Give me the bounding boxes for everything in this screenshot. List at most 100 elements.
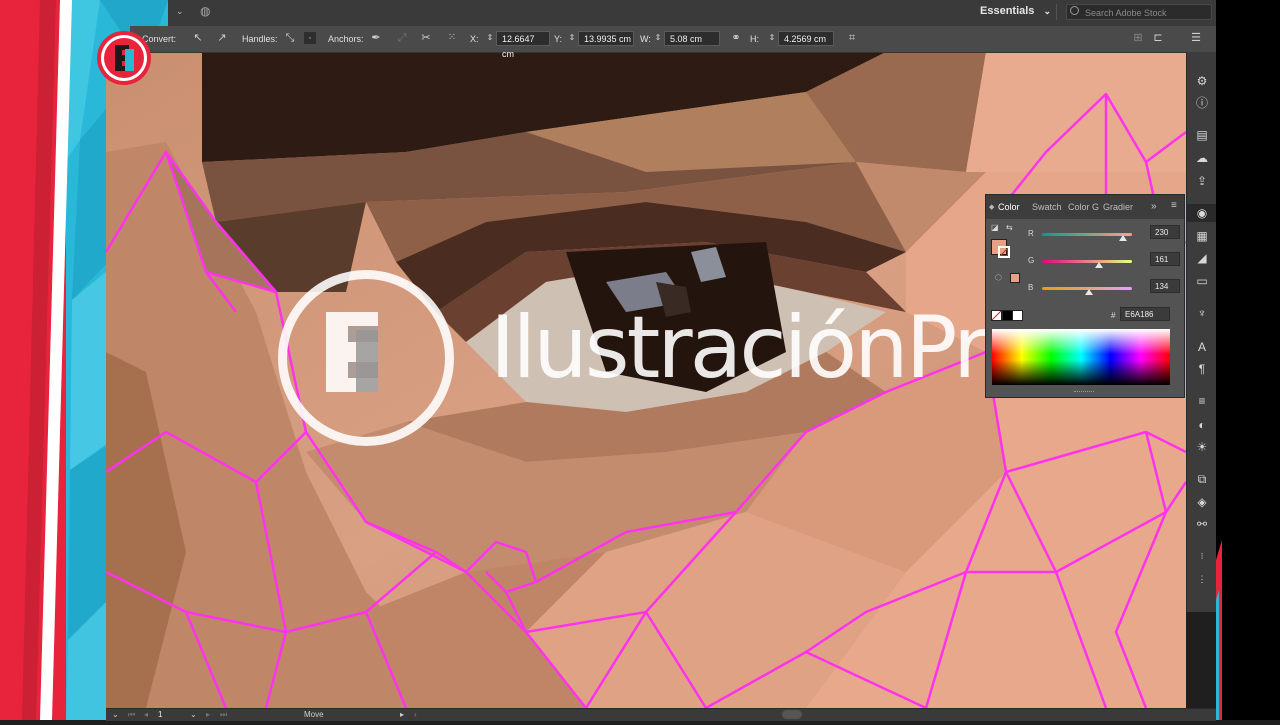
topbar-divider (1056, 4, 1057, 20)
more-tabs-icon[interactable]: » (1151, 201, 1157, 212)
document-icon[interactable]: ▤ (1187, 126, 1217, 144)
tab-color[interactable]: Color (998, 202, 1020, 212)
g-channel-track[interactable] (1042, 260, 1132, 263)
b-channel-thumb[interactable] (1085, 289, 1094, 295)
show-handles-icon[interactable]: ⤡ (284, 32, 296, 44)
w-stepper-icon[interactable]: ⇕ (652, 32, 664, 44)
height-field[interactable]: 4.2569 cm (778, 31, 834, 46)
none-swatch[interactable] (991, 310, 1002, 321)
g-channel-value[interactable]: 161 (1150, 252, 1180, 266)
color-spectrum[interactable] (992, 329, 1170, 385)
search-icon (1070, 6, 1079, 15)
gradient-icon[interactable]: ▭ (1187, 272, 1217, 290)
width-field[interactable]: 5.08 cm (664, 31, 720, 46)
first-artboard-icon[interactable]: ⏮ (128, 710, 135, 720)
control-bar: Convert: ↖ ↗ Handles: ⤡ · Anchors: ✒ ⤢ ✂… (130, 26, 1216, 59)
artboard-number-field[interactable]: 1 (158, 710, 162, 719)
in-gamut-swatch[interactable] (1010, 273, 1020, 283)
swatches-icon[interactable]: ▦ (1187, 227, 1217, 245)
control-bar-menu-icon[interactable]: ☰ (1190, 32, 1202, 44)
export-icon[interactable]: ⇪ (1187, 172, 1217, 190)
frame-edge-graphic (1216, 540, 1222, 720)
adobe-stock-search-input[interactable]: Search Adobe Stock (1066, 4, 1212, 20)
panel-resize-grip[interactable] (1074, 391, 1094, 395)
convert-smooth-icon[interactable]: ↗ (216, 32, 228, 44)
y-position-field[interactable]: 13.9935 cm (578, 31, 634, 46)
appearance-icon[interactable]: ☀ (1187, 438, 1217, 456)
dropdown-chevron-icon[interactable]: ⌄ (176, 6, 184, 17)
search-placeholder: Search Adobe Stock (1085, 8, 1167, 18)
b-channel-value[interactable]: 134 (1150, 279, 1180, 293)
hide-handles-icon[interactable]: · (304, 32, 316, 44)
isolate-icon[interactable]: ⊞ (1132, 32, 1144, 44)
workspace-switcher[interactable]: Essentials ⌄ (980, 5, 1051, 17)
h-stepper-icon[interactable]: ⇕ (766, 32, 778, 44)
anchors-label: Anchors: (328, 34, 364, 44)
tab-color-guide[interactable]: Color G (1068, 202, 1099, 212)
scroll-left-icon[interactable]: ‹ (414, 710, 417, 719)
cut-path-icon[interactable]: ✂ (420, 32, 432, 44)
gear-icon[interactable]: ⚙ (1187, 72, 1217, 90)
right-frame-stripe (1216, 0, 1280, 720)
h-label: H: (750, 34, 759, 44)
paragraph-icon[interactable]: ¶ (1187, 360, 1217, 378)
tab-swatches[interactable]: Swatch (1032, 202, 1062, 212)
tool-status-label: Move (304, 710, 324, 719)
default-colors-icon[interactable]: ◪ (991, 223, 999, 232)
swap-colors-icon[interactable]: ⇆ (1006, 223, 1013, 232)
color-panel: ◆ Color Swatch Color G Gradier » ≡ ◪ ⇆ ⬡… (985, 194, 1185, 398)
status-menu-icon[interactable]: ▸ (400, 710, 404, 719)
tab-gradient[interactable]: Gradier (1103, 202, 1133, 212)
out-of-gamut-icon[interactable]: ⬡ (995, 273, 1002, 282)
layers-icon[interactable]: ◈ (1187, 493, 1217, 511)
brushes-icon[interactable]: ◢ (1187, 249, 1217, 267)
color-panel-tabs: ◆ Color Swatch Color G Gradier » ≡ (986, 195, 1184, 219)
ilustracionpro-logo-icon (97, 31, 151, 85)
status-bar: ⌄ ⏮ ◂ 1 ⌄ ▸ ⏭ Move ▸ ‹ (106, 708, 1216, 721)
artboard-dropdown-icon[interactable]: ⌄ (190, 710, 197, 719)
info-icon[interactable]: ⓘ (1187, 94, 1217, 112)
r-channel-value[interactable]: 230 (1150, 225, 1180, 239)
watermark-brand-text: IlustraciónPro (490, 298, 1036, 398)
connect-anchor-icon[interactable]: ⤢ (396, 32, 408, 44)
stroke-swatch[interactable] (998, 246, 1010, 258)
previous-artboard-icon[interactable]: ◂ (144, 710, 148, 719)
y-stepper-icon[interactable]: ⇕ (566, 32, 578, 44)
transform-icon[interactable]: ⌗ (846, 32, 858, 44)
pathfinder-icon[interactable]: ◐ (1187, 416, 1217, 434)
align-icon[interactable]: ≡ (1187, 392, 1217, 410)
gpu-performance-icon[interactable]: ◍ (200, 4, 210, 18)
x-stepper-icon[interactable]: ⇕ (484, 32, 496, 44)
r-channel-thumb[interactable] (1119, 235, 1128, 241)
chevron-down-icon: ⌄ (1043, 6, 1052, 16)
constrain-proportions-icon[interactable]: ⚭ (730, 32, 742, 44)
artboards-icon[interactable]: ⧉ (1187, 470, 1217, 488)
white-swatch[interactable] (1012, 310, 1023, 321)
convert-corner-icon[interactable]: ↖ (192, 32, 204, 44)
workspace-label: Essentials (980, 5, 1035, 17)
puppet-icon[interactable]: ♆ (1187, 304, 1217, 322)
color-icon[interactable]: ◉ (1187, 204, 1217, 222)
remove-anchor-icon[interactable]: ✒ (370, 32, 382, 44)
hex-prefix: # (1111, 311, 1116, 320)
character-icon[interactable]: A (1187, 338, 1217, 356)
r-channel-label: R (1028, 229, 1034, 238)
g-channel-thumb[interactable] (1094, 262, 1103, 268)
asset-export-icon[interactable]: ⁝ (1187, 547, 1217, 565)
zoom-dropdown-icon[interactable]: ⌄ (112, 710, 119, 719)
hex-value-field[interactable]: E6A186 (1120, 307, 1170, 321)
last-artboard-icon[interactable]: ⏭ (220, 710, 227, 720)
x-position-field[interactable]: 12.6647 cm (496, 31, 550, 59)
x-label: X: (470, 34, 479, 44)
align-icon[interactable]: ⊏ (1152, 32, 1164, 44)
links-icon[interactable]: ⚯ (1187, 515, 1217, 533)
g-channel-label: G (1028, 256, 1035, 265)
reference-point-icon[interactable]: ⁙ (446, 32, 458, 44)
collapse-icon[interactable]: ◆ (989, 203, 994, 211)
panel-menu-icon[interactable]: ≡ (1171, 200, 1177, 211)
next-artboard-icon[interactable]: ▸ (206, 710, 210, 719)
libraries-icon[interactable]: ☁ (1187, 149, 1217, 167)
symbols-icon[interactable]: ⋮ (1187, 570, 1217, 588)
horizontal-scrollbar-thumb[interactable] (782, 710, 802, 719)
b-channel-label: B (1028, 283, 1034, 292)
